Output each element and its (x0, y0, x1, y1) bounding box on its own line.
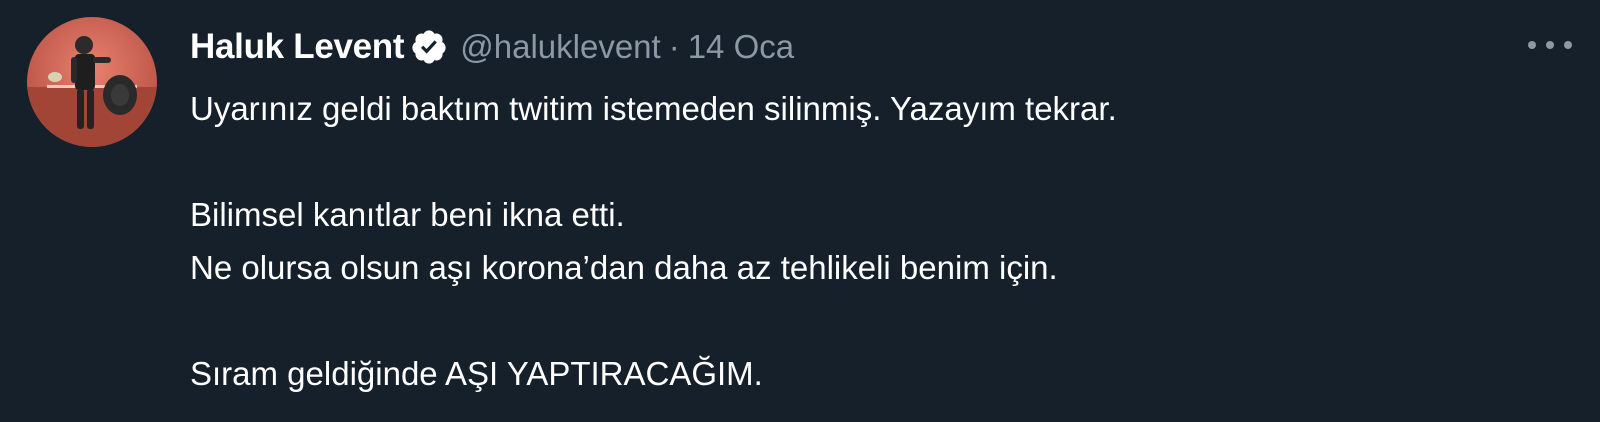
more-dot (1546, 41, 1554, 49)
tweet-text-line: Bilimsel kanıtlar beni ikna etti. (190, 196, 625, 233)
more-options-icon[interactable] (1528, 30, 1572, 60)
avatar-image (27, 17, 157, 147)
tweet-timestamp[interactable]: 14 Oca (688, 28, 794, 66)
more-dot (1528, 41, 1536, 49)
tweet-text-line: Ne olursa olsun aşı korona’dan daha az t… (190, 249, 1058, 286)
tweet-text-line: Sıram geldiğinde AŞI YAPTIRACAĞIM. (190, 355, 763, 392)
avatar[interactable] (27, 17, 157, 147)
header-separator: · (668, 28, 680, 65)
author-display-name[interactable]: Haluk Levent (190, 27, 405, 67)
tweet-text-line: Uyarınız geldi baktım twitim istemeden s… (190, 90, 1117, 127)
more-dot (1564, 41, 1572, 49)
verified-badge-icon (410, 28, 448, 66)
tweet-blank-line (190, 135, 1550, 188)
tweet-card: Haluk Levent @haluklevent · 14 Oca Uyarı… (0, 0, 1600, 422)
tweet-header: Haluk Levent @haluklevent · 14 Oca (190, 24, 794, 70)
tweet-text: Uyarınız geldi baktım twitim istemeden s… (190, 82, 1550, 400)
author-handle[interactable]: @haluklevent (460, 28, 660, 66)
tweet-blank-line (190, 294, 1550, 347)
